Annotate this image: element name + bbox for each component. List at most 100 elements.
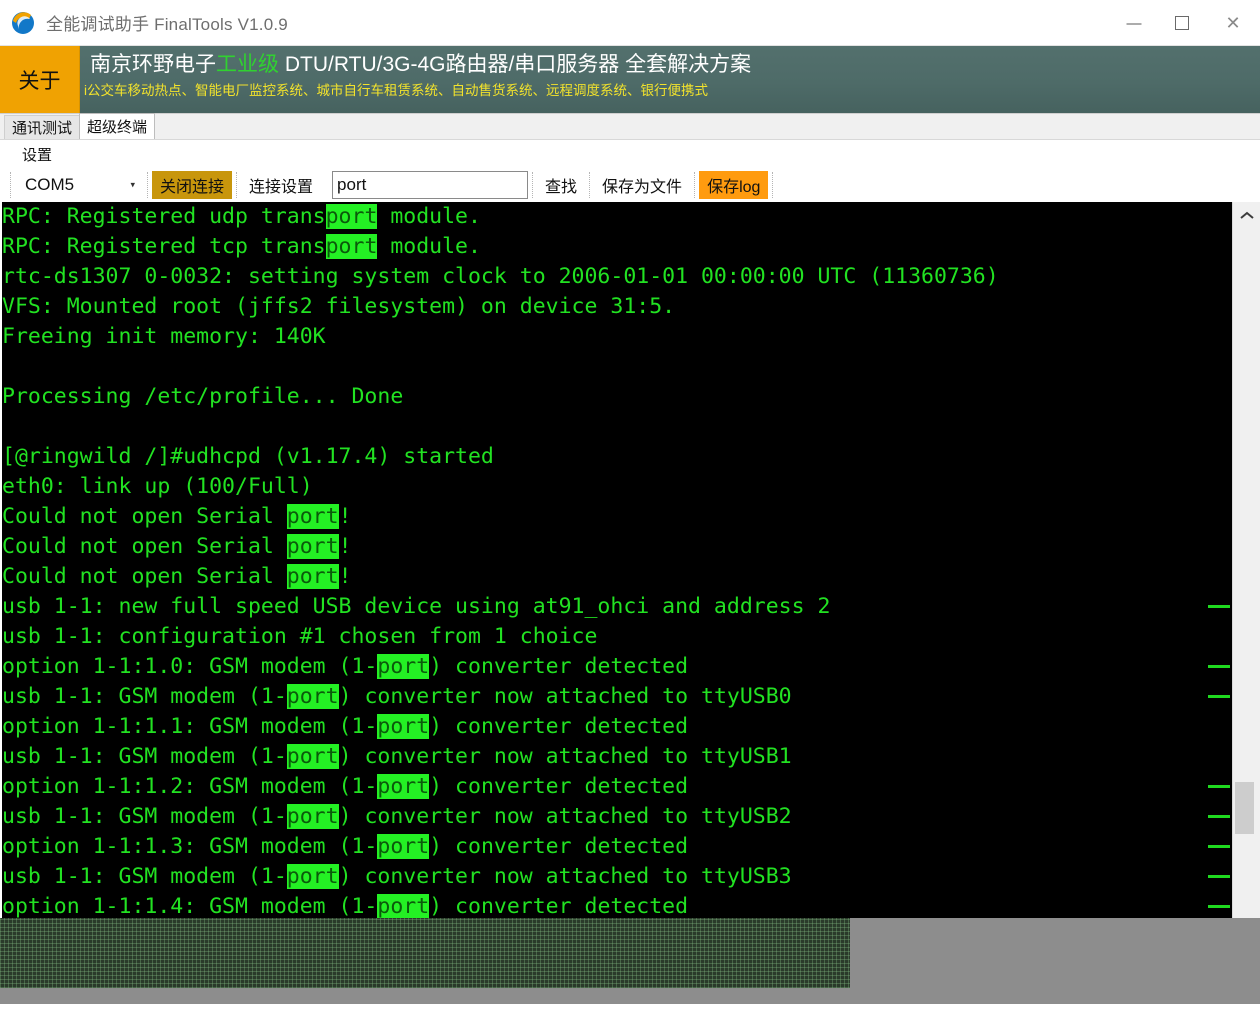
search-match-marker	[1208, 875, 1230, 878]
terminal-line-list: RPC: Registered udp transport module. RPC…	[2, 202, 1232, 918]
toolbar-divider	[10, 172, 11, 198]
search-match: port	[377, 654, 430, 679]
search-match-marker	[1208, 905, 1230, 908]
find-button-label: 查找	[545, 179, 578, 196]
about-button[interactable]: 关于	[0, 46, 80, 113]
search-match: port	[377, 834, 430, 859]
terminal-line: Could not open Serial port!	[2, 534, 352, 559]
toolbar-divider	[147, 172, 148, 198]
terminal-line: usb 1-1: GSM modem (1-port) converter no…	[2, 804, 792, 829]
tab-comm-test[interactable]: 通讯测试	[4, 115, 81, 139]
save-to-file-label: 保存为文件	[602, 179, 683, 196]
search-match-marker	[1208, 695, 1230, 698]
terminal-line: VFS: Mounted root (jffs2 filesystem) on …	[2, 294, 676, 319]
promo-banner: 关于 南京环野电子工业级 DTU/RTU/3G-4G路由器/串口服务器 全套解决…	[0, 46, 1260, 114]
search-match-marker	[1208, 815, 1230, 818]
terminal-line: option 1-1:1.3: GSM modem (1-port) conve…	[2, 834, 689, 859]
search-match: port	[325, 204, 378, 229]
toolbar-divider	[236, 172, 238, 198]
terminal-line: usb 1-1: new full speed USB device using…	[2, 594, 831, 619]
banner-marquee: i公交车移动热点、智能电厂监控系统、城市自行车租赁系统、自动售货系统、远程调度系…	[84, 83, 708, 98]
search-match-marker	[1208, 605, 1230, 608]
terminal-line: option 1-1:1.0: GSM modem (1-port) conve…	[2, 654, 689, 679]
save-log-label: 保存log	[707, 179, 761, 196]
search-match: port	[286, 504, 339, 529]
horizontal-scrollbar[interactable]	[0, 988, 1260, 1004]
chevron-down-icon: ▾	[130, 179, 135, 190]
search-match: port	[377, 714, 430, 739]
close-button[interactable]: ✕	[1206, 0, 1260, 46]
banner-headline-suffix: DTU/RTU/3G-4G路由器/串口服务器 全套解决方案	[279, 53, 752, 76]
search-match: port	[377, 774, 430, 799]
save-to-file-button[interactable]: 保存为文件	[594, 171, 690, 199]
terminal-output[interactable]: RPC: Registered udp transport module. RPC…	[0, 202, 1232, 918]
save-log-button[interactable]: 保存log	[699, 171, 769, 199]
banner-headline-highlight: 工业级	[216, 53, 279, 76]
resize-dither-region	[0, 918, 1260, 1004]
toolbar-divider	[772, 172, 774, 198]
terminal-caret	[0, 202, 2, 918]
search-match: port	[286, 564, 339, 589]
search-match: port	[325, 234, 378, 259]
toolbar-divider	[325, 172, 328, 198]
terminal-line: Processing /etc/profile... Done	[2, 384, 404, 409]
about-button-label: 关于	[18, 69, 61, 93]
terminal-area: RPC: Registered udp transport module. RPC…	[0, 202, 1260, 918]
toolbar-divider	[532, 172, 534, 198]
tab-comm-test-label: 通讯测试	[12, 120, 73, 137]
banner-text-area: 南京环野电子工业级 DTU/RTU/3G-4G路由器/串口服务器 全套解决方案 …	[80, 46, 1260, 113]
search-match-marker	[1208, 845, 1230, 848]
disconnect-button-label: 关闭连接	[160, 179, 225, 196]
settings-label: 设置	[22, 146, 53, 164]
settings-group-label: 设置	[0, 140, 1260, 168]
serial-port-value: COM5	[25, 175, 75, 194]
search-match: port	[286, 534, 339, 559]
disconnect-button[interactable]: 关闭连接	[152, 171, 233, 199]
maximize-icon	[1175, 16, 1189, 30]
chevron-up-icon	[1239, 211, 1254, 219]
minimize-icon: —	[1126, 14, 1142, 32]
vertical-scrollbar-thumb[interactable]	[1235, 782, 1254, 834]
terminal-line: usb 1-1: GSM modem (1-port) converter no…	[2, 684, 792, 709]
window-controls: — ✕	[1110, 0, 1260, 46]
terminal-line: Freeing init memory: 140K	[2, 324, 326, 349]
app-logo-icon	[10, 10, 36, 36]
search-match: port	[286, 744, 339, 769]
vertical-scrollbar[interactable]	[1232, 202, 1260, 918]
find-button[interactable]: 查找	[537, 171, 585, 199]
horizontal-scrollbar-thumb[interactable]	[840, 988, 1260, 1004]
terminal-line: option 1-1:1.2: GSM modem (1-port) conve…	[2, 774, 689, 799]
terminal-line: RPC: Registered udp transport module.	[2, 204, 481, 229]
terminal-line: RPC: Registered tcp transport module.	[2, 234, 481, 259]
search-match: port	[286, 684, 339, 709]
serial-port-select[interactable]: COM5 ▾	[15, 171, 143, 199]
window-title-bar: 全能调试助手 FinalTools V1.0.9 — ✕	[0, 0, 1260, 46]
terminal-line: rtc-ds1307 0-0032: setting system clock …	[2, 264, 999, 289]
terminal-line: option 1-1:1.4: GSM modem (1-port) conve…	[2, 894, 689, 918]
connection-settings-label: 连接设置	[249, 179, 314, 196]
window-title: 全能调试助手 FinalTools V1.0.9	[46, 15, 288, 34]
dither-gap-fill	[850, 918, 1260, 988]
find-input[interactable]	[332, 171, 529, 199]
tab-strip: 通讯测试 超级终端	[0, 113, 1260, 140]
banner-headline: 南京环野电子工业级 DTU/RTU/3G-4G路由器/串口服务器 全套解决方案	[90, 50, 1260, 80]
maximize-button[interactable]	[1158, 0, 1206, 46]
close-icon: ✕	[1225, 13, 1241, 33]
search-match: port	[286, 804, 339, 829]
terminal-line: usb 1-1: GSM modem (1-port) converter no…	[2, 864, 792, 889]
connection-settings-button[interactable]: 连接设置	[241, 171, 321, 199]
search-match: port	[377, 894, 430, 918]
scroll-up-arrow-icon[interactable]	[1233, 202, 1260, 228]
search-match: port	[286, 864, 339, 889]
terminal-line: Could not open Serial port!	[2, 504, 352, 529]
tab-super-terminal[interactable]: 超级终端	[79, 113, 156, 139]
search-match-marker	[1208, 665, 1230, 668]
terminal-line: Could not open Serial port!	[2, 564, 352, 589]
minimize-button[interactable]: —	[1110, 0, 1158, 46]
search-match-marker	[1208, 785, 1230, 788]
terminal-line: eth0: link up (100/Full)	[2, 474, 313, 499]
banner-headline-prefix: 南京环野电子	[90, 53, 216, 76]
tab-super-terminal-label: 超级终端	[87, 119, 148, 136]
